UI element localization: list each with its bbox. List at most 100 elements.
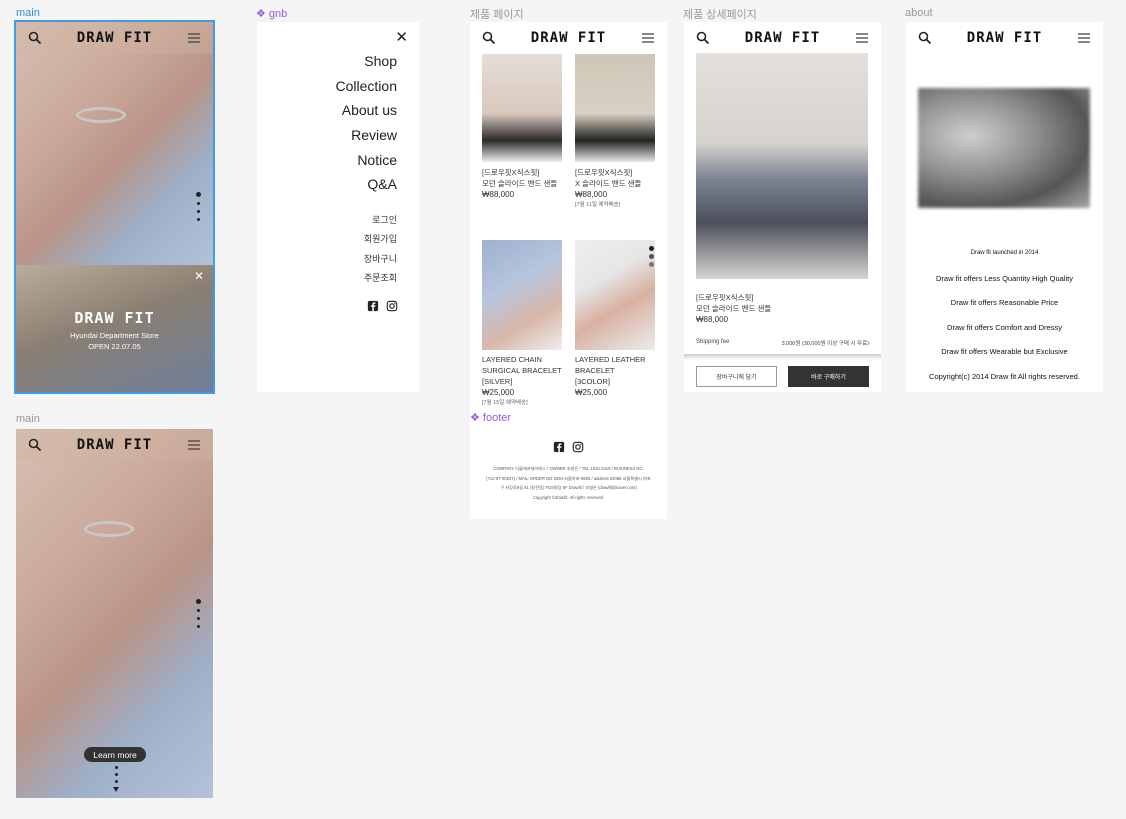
product-detail-photo xyxy=(696,53,868,279)
search-icon[interactable] xyxy=(28,31,42,45)
product-image[interactable] xyxy=(482,240,562,350)
shipping-fee-label: Shipping fee xyxy=(696,339,730,345)
slide-dot[interactable] xyxy=(196,599,201,604)
product-card-3[interactable]: LAYERED CHAIN SURGICAL BRACELET [SILVER]… xyxy=(482,354,562,409)
slide-dot[interactable] xyxy=(197,617,200,620)
logo[interactable]: DRAW FIT xyxy=(77,437,152,453)
slide-indicator[interactable] xyxy=(196,599,201,628)
facebook-icon[interactable] xyxy=(367,300,379,312)
hamburger-menu-icon[interactable] xyxy=(641,31,655,45)
slide-indicator[interactable] xyxy=(196,192,201,221)
slide-dot[interactable] xyxy=(196,192,201,197)
hero-hand-photo xyxy=(16,22,213,267)
slide-dot[interactable] xyxy=(197,625,200,628)
search-icon[interactable] xyxy=(28,438,42,452)
product-name-line: LAYERED CHAIN xyxy=(482,355,542,364)
hamburger-menu-icon[interactable] xyxy=(855,31,869,45)
instagram-icon[interactable] xyxy=(386,300,398,312)
footer-label: ❖ footer xyxy=(470,412,512,424)
slide-dot[interactable] xyxy=(649,254,654,259)
frame-label-detail-page: 제품 상세페이지 xyxy=(683,9,757,21)
slide-dot[interactable] xyxy=(197,218,200,221)
product-card-4[interactable]: LAYERED LEATHER BRACELET [3COLOR] ₩25,00… xyxy=(575,354,646,398)
popup-logo: DRAW FIT xyxy=(74,309,155,327)
buy-now-button[interactable]: 바로 구매하기 xyxy=(788,366,869,387)
product-image[interactable] xyxy=(482,54,562,162)
product-note: [7월 11일 예약배송] xyxy=(575,202,621,208)
close-icon[interactable]: ✕ xyxy=(194,269,204,283)
footer-info-line: COMPANY 더블에프제이에스 / OWNER 조영은 / TEL 1533-… xyxy=(493,466,644,471)
footer-info-line: 구 서강로9길 61 (창전동) FDS빌딩 5F Drawfit / 조영은 … xyxy=(500,485,637,490)
about-line: Draw fit offers Less Quantity High Quali… xyxy=(936,274,1073,283)
gnb-menu-item-review[interactable]: Review xyxy=(336,127,397,152)
main-frame-popup[interactable]: DRAW FIT ✕ DRAW FIT Hyundai Department S… xyxy=(14,20,215,394)
gnb-main-menu: Shop Collection About us Review Notice Q… xyxy=(336,53,397,201)
product-image[interactable] xyxy=(575,240,655,350)
logo[interactable]: DRAW FIT xyxy=(967,30,1042,46)
slide-dot[interactable] xyxy=(197,210,200,213)
product-name-line: LAYERED LEATHER xyxy=(575,355,646,364)
frame-label-gnb: ❖ gnb xyxy=(256,8,288,20)
logo[interactable]: DRAW FIT xyxy=(77,30,152,46)
shipping-fee-value: 3,000원 (30,000원 이상 구매 시 무료) xyxy=(781,341,869,347)
detail-product-name-line: [드로우핏X식스핏] xyxy=(696,293,754,302)
hero-hand-photo xyxy=(16,429,213,798)
product-note: [7월 15일 예약배송] xyxy=(482,400,528,406)
product-page-frame: DRAW FIT [드로우핏X식스핏] 모던 슬라이드 밴드 샌들 ₩88,00… xyxy=(470,22,667,519)
frame-label-about: about xyxy=(905,7,933,19)
slide-dot[interactable] xyxy=(649,246,654,251)
product-card-2[interactable]: [드로우핏X식스핏] X 슬라이드 밴드 샌들 ₩88,000 [7월 11일 … xyxy=(575,167,641,211)
footer-company-info: COMPANY 더블에프제이에스 / OWNER 조영은 / TEL 1533-… xyxy=(476,464,661,502)
gnb-frame: ✕ Shop Collection About us Review Notice… xyxy=(257,22,419,392)
popup-banner[interactable]: ✕ DRAW FIT Hyundai Department Store OPEN… xyxy=(16,265,213,392)
facebook-icon[interactable] xyxy=(553,441,565,453)
about-line: Draw fit offers Wearable but Exclusive xyxy=(941,347,1068,356)
gnb-menu-item-about-us[interactable]: About us xyxy=(336,102,397,127)
hamburger-menu-icon[interactable] xyxy=(1077,31,1091,45)
gnb-order-lookup-link[interactable]: 주문조회 xyxy=(364,271,397,290)
frame-label-main: main xyxy=(16,7,40,19)
product-name-line: [드로우핏X식스핏] xyxy=(482,168,540,177)
add-to-cart-button[interactable]: 장바구니에 담기 xyxy=(696,366,777,387)
about-line: Draw fit launched in 2014 xyxy=(970,250,1039,256)
frame-label-main-bottom: main xyxy=(16,413,40,425)
about-frame: DRAW FIT Draw fit launched in 2014 Draw … xyxy=(906,22,1103,392)
product-name-line: BRACELET xyxy=(575,366,615,375)
product-name-line: 모던 슬라이드 밴드 샌들 xyxy=(482,179,558,188)
product-card-1[interactable]: [드로우핏X식스핏] 모던 슬라이드 밴드 샌들 ₩88,000 xyxy=(482,167,557,200)
hamburger-menu-icon[interactable] xyxy=(187,31,201,45)
learn-more-button[interactable]: Learn more xyxy=(84,747,146,762)
instagram-icon[interactable] xyxy=(572,441,584,453)
slide-dot[interactable] xyxy=(197,202,200,205)
gnb-menu-item-shop[interactable]: Shop xyxy=(336,53,397,78)
search-icon[interactable] xyxy=(482,31,496,45)
search-icon[interactable] xyxy=(918,31,932,45)
product-image[interactable] xyxy=(575,54,655,162)
ring-graphic xyxy=(84,521,134,537)
scroll-down-indicator[interactable] xyxy=(113,766,119,792)
slide-dot[interactable] xyxy=(197,609,200,612)
search-icon[interactable] xyxy=(696,31,710,45)
product-name-line: [3COLOR] xyxy=(575,377,611,386)
close-icon[interactable]: ✕ xyxy=(395,28,408,46)
slide-indicator[interactable] xyxy=(649,246,654,267)
gnb-signup-link[interactable]: 회원가입 xyxy=(364,232,397,251)
product-price: ₩88,000 xyxy=(482,190,515,199)
hamburger-menu-icon[interactable] xyxy=(187,438,201,452)
footer-social xyxy=(553,441,584,453)
header: DRAW FIT xyxy=(906,22,1103,54)
gnb-login-link[interactable]: 로그인 xyxy=(364,213,397,232)
logo[interactable]: DRAW FIT xyxy=(531,30,606,46)
slide-dot[interactable] xyxy=(649,262,654,267)
popup-store-name: Hyundai Department Store xyxy=(70,331,159,340)
footer-info-line: (712-87-00037) / MAIL-ORDER NO 2020-서울마포… xyxy=(486,475,651,481)
gnb-cart-link[interactable]: 장바구니 xyxy=(364,252,397,271)
logo[interactable]: DRAW FIT xyxy=(745,30,820,46)
gnb-menu-item-qna[interactable]: Q&A xyxy=(336,176,397,201)
gnb-menu-item-collection[interactable]: Collection xyxy=(336,78,397,103)
gnb-menu-item-notice[interactable]: Notice xyxy=(336,152,397,177)
footer-copyright: Copyright ©drawfit. All rights reserved. xyxy=(532,494,605,500)
popup-content: DRAW FIT Hyundai Department Store OPEN 2… xyxy=(16,309,213,351)
header: DRAW FIT xyxy=(16,429,213,461)
product-price: ₩25,000 xyxy=(482,388,515,397)
